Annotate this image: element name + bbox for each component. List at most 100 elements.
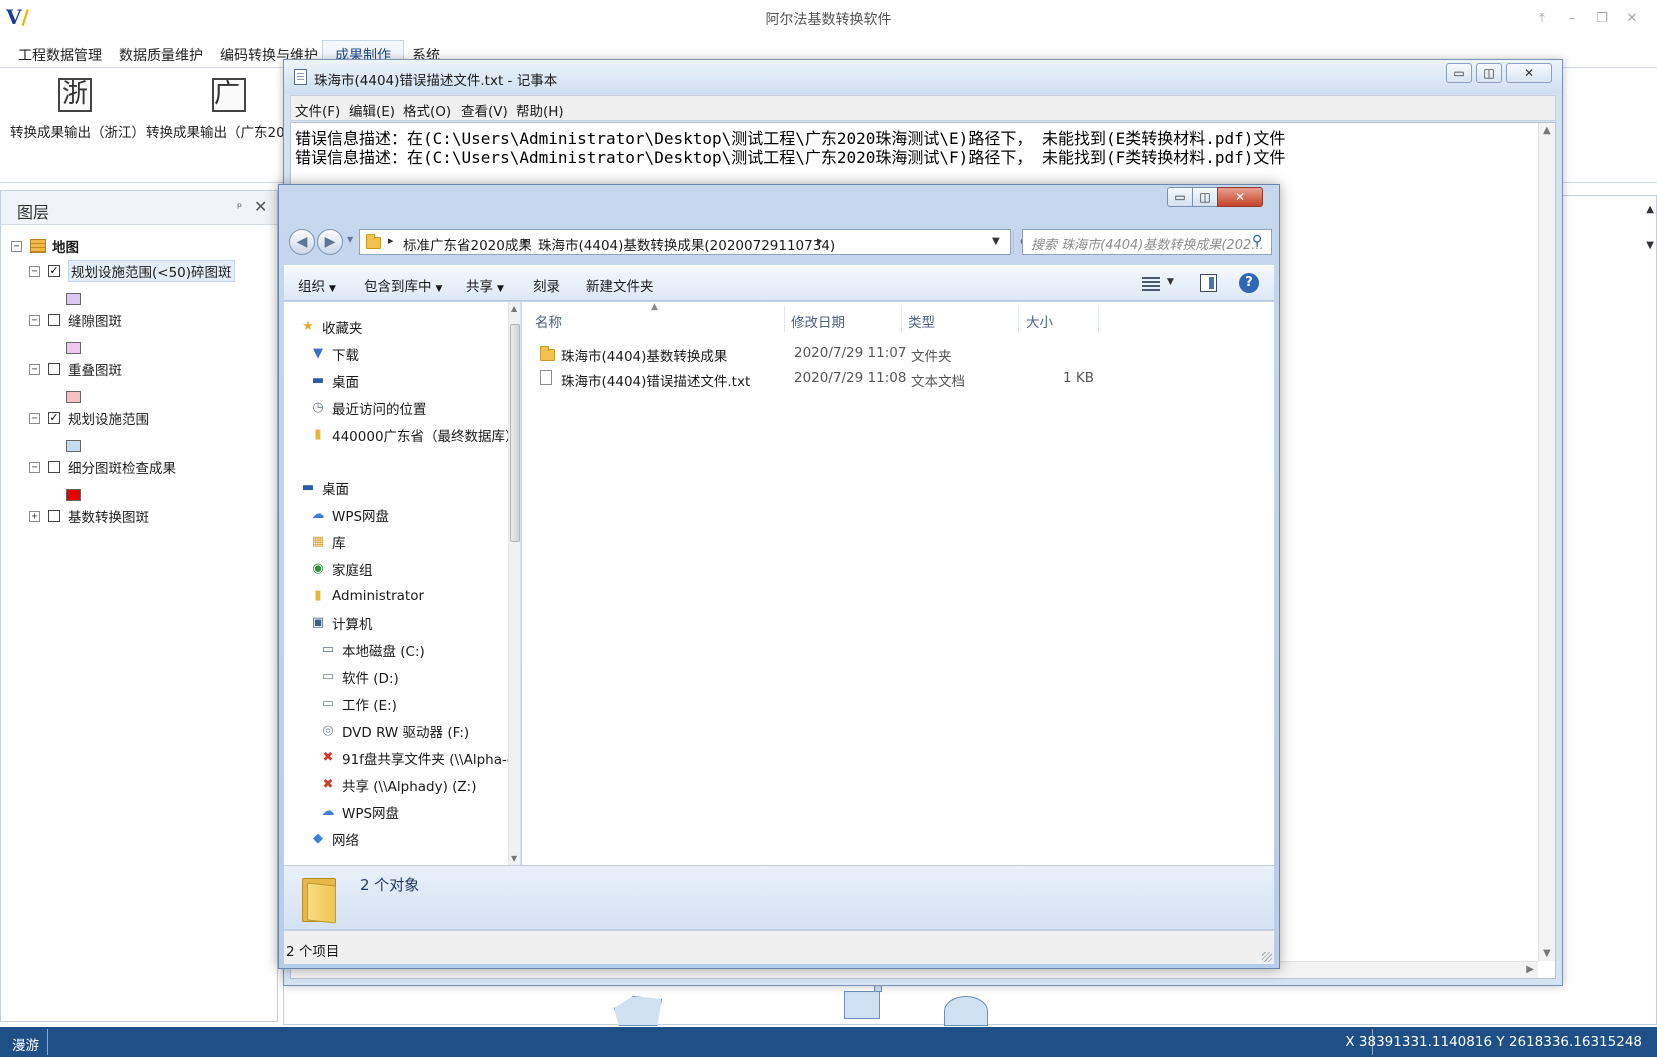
layer-root-map[interactable]: − 地图 bbox=[11, 235, 79, 257]
include-in-library-button[interactable]: 包含到库中 ▼ bbox=[364, 275, 442, 295]
column-header-name[interactable]: 名称 bbox=[535, 311, 562, 331]
menu-view[interactable]: 查看(V) bbox=[461, 100, 508, 120]
forward-arrow-icon[interactable]: ▶ bbox=[317, 229, 343, 255]
column-divider[interactable] bbox=[901, 306, 902, 332]
recent-pages-dropdown-icon[interactable]: ▼ bbox=[347, 235, 353, 244]
layer-checkbox[interactable] bbox=[48, 363, 60, 375]
resize-grip-icon[interactable] bbox=[1262, 952, 1272, 962]
layer-item[interactable]: − 重叠图斑 bbox=[29, 358, 122, 380]
export-guangdong-button[interactable]: 广 转换成果输出（广东2020 bbox=[146, 78, 302, 141]
breadcrumb-item[interactable]: 标准广东省2020成果 bbox=[403, 234, 532, 254]
breadcrumb-item[interactable]: 珠海市(4404)基数转换成果(20200729110734) bbox=[538, 234, 835, 254]
column-divider[interactable] bbox=[1018, 306, 1019, 332]
address-bar[interactable]: ▸ 标准广东省2020成果 ▸ 珠海市(4404)基数转换成果(20200729… bbox=[359, 229, 1033, 255]
layer-symbol-swatch[interactable] bbox=[66, 293, 81, 305]
file-row[interactable]: 珠海市(4404)基数转换成果 2020/7/29 11:07 文件夹 bbox=[538, 342, 1258, 366]
explorer-maximize-button[interactable]: ◫ bbox=[1192, 187, 1218, 207]
share-button[interactable]: 共享 ▼ bbox=[466, 275, 504, 295]
notepad-minimize-button[interactable]: ▭ bbox=[1446, 63, 1472, 83]
nav-item-desktop-root[interactable]: ▬ 桌面 bbox=[300, 477, 349, 499]
collapse-icon[interactable]: − bbox=[11, 240, 22, 252]
breadcrumb-chevron-icon[interactable]: ▸ bbox=[817, 234, 823, 247]
map-polygon[interactable] bbox=[614, 996, 662, 1026]
view-options-icon[interactable] bbox=[1142, 275, 1160, 291]
notepad-close-button[interactable]: ✕ bbox=[1506, 63, 1552, 83]
nav-item-wps-cloud[interactable]: ☁ WPS网盘 bbox=[310, 504, 390, 526]
layer-item[interactable]: − ✓ 规划设施范围 bbox=[29, 407, 149, 429]
nav-item-computer[interactable]: ▣ 计算机 bbox=[310, 612, 373, 634]
preview-pane-icon[interactable] bbox=[1200, 274, 1217, 292]
new-folder-button[interactable]: 新建文件夹 bbox=[586, 275, 654, 295]
menu-file[interactable]: 文件(F) bbox=[295, 100, 340, 120]
layer-checkbox[interactable]: ✓ bbox=[48, 412, 60, 424]
burn-button[interactable]: 刻录 bbox=[533, 275, 560, 295]
layer-checkbox[interactable] bbox=[48, 314, 60, 326]
column-header-date[interactable]: 修改日期 bbox=[791, 311, 845, 331]
layer-item[interactable]: − ✓ 规划设施范围(<50)碎图斑 bbox=[29, 260, 235, 282]
export-zhejiang-button[interactable]: 浙 转换成果输出（浙江） bbox=[10, 78, 145, 141]
nav-item-homegroup[interactable]: ◉ 家庭组 bbox=[310, 558, 372, 580]
notepad-vertical-scrollbar[interactable]: ▲ ▼ bbox=[1538, 123, 1555, 961]
nav-item-network[interactable]: ◆ 网络 bbox=[310, 828, 359, 850]
layer-item[interactable]: − 细分图斑检查成果 bbox=[29, 456, 176, 478]
menu-help[interactable]: 帮助(H) bbox=[516, 100, 564, 120]
layer-symbol-swatch[interactable] bbox=[66, 391, 81, 403]
view-dropdown-icon[interactable]: ▼ bbox=[1167, 277, 1174, 287]
nav-item-guangdong-db[interactable]: ▮ 440000广东省（最终数据库） bbox=[310, 424, 518, 446]
nav-item-drive-d[interactable]: ▭ 软件 (D:) bbox=[320, 666, 399, 688]
pin-icon[interactable]: ᵖ bbox=[237, 200, 242, 214]
scroll-down-icon[interactable]: ▼ bbox=[511, 854, 517, 863]
organize-button[interactable]: 组织 ▼ bbox=[298, 275, 336, 295]
nav-item-desktop[interactable]: ▬ 桌面 bbox=[310, 370, 359, 392]
map-collapse-icon[interactable]: ▲ bbox=[1646, 204, 1654, 215]
collapse-icon[interactable]: − bbox=[29, 314, 40, 326]
close-panel-icon[interactable]: ✕ bbox=[254, 197, 267, 216]
collapse-icon[interactable]: − bbox=[29, 363, 40, 375]
column-divider[interactable] bbox=[784, 306, 785, 332]
scroll-down-icon[interactable]: ▼ bbox=[1543, 948, 1551, 959]
layer-checkbox[interactable] bbox=[48, 461, 60, 473]
breadcrumb-chevron-icon[interactable]: ▸ bbox=[523, 234, 529, 247]
layer-item[interactable]: + 基数转换图斑 bbox=[29, 505, 149, 527]
layer-symbol-swatch[interactable] bbox=[66, 342, 81, 354]
back-arrow-icon[interactable]: ◀ bbox=[289, 229, 315, 255]
nav-item-network-share-z[interactable]: ✖ 共享 (\\Alphady) (Z:) bbox=[320, 774, 477, 796]
layer-checkbox[interactable]: ✓ bbox=[48, 265, 60, 277]
pin-window-icon[interactable]: ⤒ bbox=[1533, 10, 1551, 28]
breadcrumb-chevron-icon[interactable]: ▸ bbox=[388, 234, 394, 247]
scroll-up-icon[interactable]: ▲ bbox=[1543, 125, 1551, 136]
map-polygon[interactable] bbox=[844, 991, 880, 1019]
nav-item-favorites[interactable]: ★ 收藏夹 bbox=[300, 316, 362, 338]
nav-item-recent[interactable]: ◷ 最近访问的位置 bbox=[310, 397, 426, 419]
nav-item-dvd-drive[interactable]: ◎ DVD RW 驱动器 (F:) bbox=[320, 720, 469, 742]
address-dropdown-icon[interactable]: ▼ bbox=[992, 236, 1000, 247]
expand-icon[interactable]: + bbox=[29, 510, 40, 522]
nav-item-drive-c[interactable]: ▭ 本地磁盘 (C:) bbox=[320, 639, 425, 661]
explorer-close-button[interactable]: ✕ bbox=[1217, 187, 1263, 207]
notepad-maximize-button[interactable]: ◫ bbox=[1476, 63, 1502, 83]
tab-project-data[interactable]: 工程数据管理 bbox=[18, 45, 102, 65]
column-header-size[interactable]: 大小 bbox=[1026, 311, 1053, 331]
column-divider[interactable] bbox=[1098, 306, 1099, 332]
map-polygon[interactable] bbox=[944, 996, 988, 1026]
layer-symbol-swatch[interactable] bbox=[66, 489, 81, 501]
menu-format[interactable]: 格式(O) bbox=[403, 100, 451, 120]
notepad-title-bar[interactable]: 珠海市(4404)错误描述文件.txt - 记事本 ▭ ◫ ✕ bbox=[284, 60, 1562, 94]
nav-item-downloads[interactable]: ▼ 下载 bbox=[310, 343, 359, 365]
layer-item[interactable]: − 缝隙图斑 bbox=[29, 309, 122, 331]
menu-edit[interactable]: 编辑(E) bbox=[349, 100, 395, 120]
help-icon[interactable]: ? bbox=[1239, 273, 1259, 293]
layer-checkbox[interactable] bbox=[48, 510, 60, 522]
layer-symbol-swatch[interactable] bbox=[66, 440, 81, 452]
nav-item-network-share-91f[interactable]: ✖ 91f盘共享文件夹 (\\Alpha-dell- bbox=[320, 747, 520, 769]
navigation-scrollbar[interactable]: ▲ ▼ bbox=[508, 302, 520, 865]
tab-data-quality[interactable]: 数据质量维护 bbox=[119, 45, 203, 65]
close-button[interactable]: ✕ bbox=[1623, 10, 1641, 28]
collapse-icon[interactable]: − bbox=[29, 265, 40, 277]
restore-button[interactable]: ❐ bbox=[1593, 10, 1611, 28]
file-row[interactable]: 珠海市(4404)错误描述文件.txt 2020/7/29 11:08 文本文档… bbox=[538, 367, 1258, 391]
scroll-right-icon[interactable]: ▶ bbox=[1526, 964, 1534, 975]
nav-item-libraries[interactable]: ▦ 库 bbox=[310, 531, 346, 553]
search-icon[interactable]: ⚲ bbox=[1252, 233, 1262, 249]
column-header-type[interactable]: 类型 bbox=[908, 311, 935, 331]
